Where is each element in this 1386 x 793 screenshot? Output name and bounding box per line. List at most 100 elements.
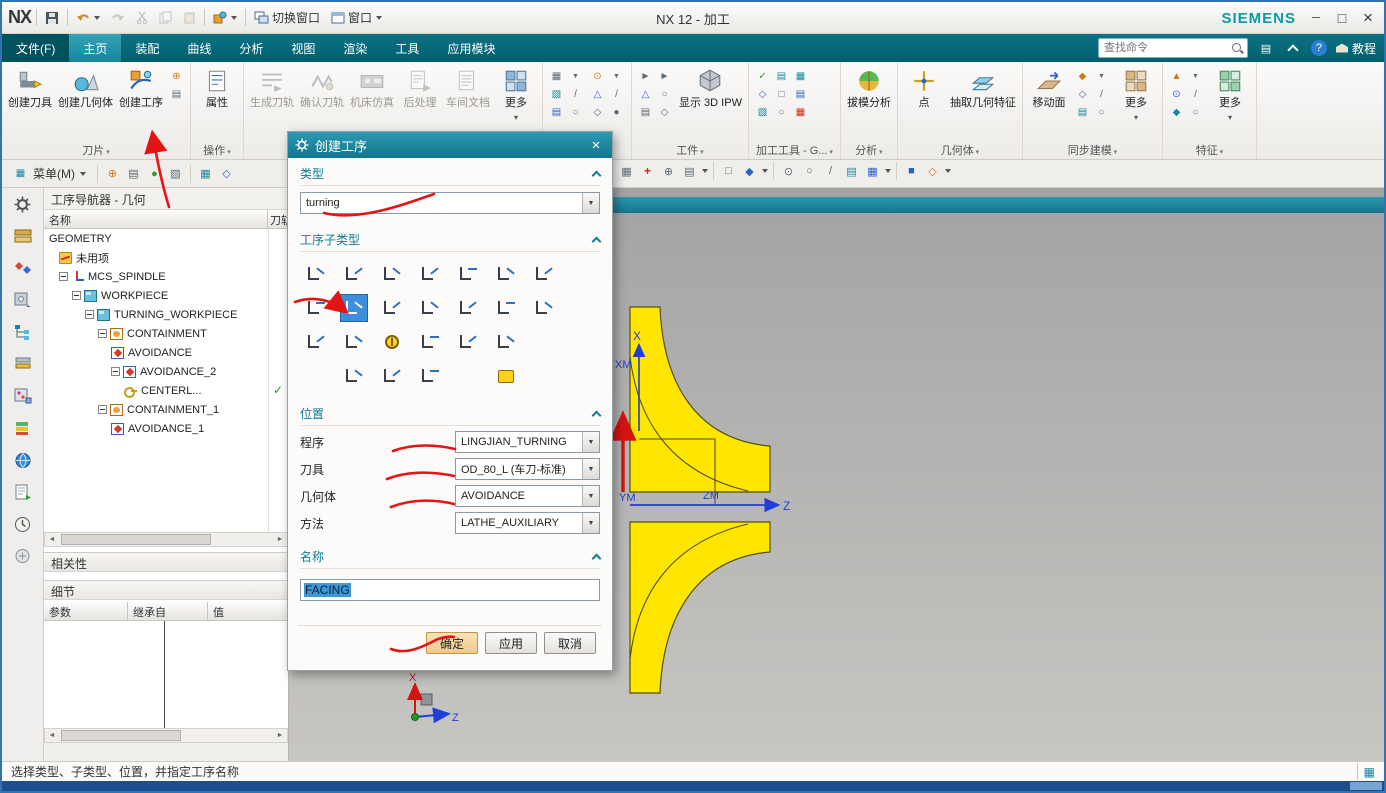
details-section-header[interactable]: 细节 <box>44 580 288 600</box>
method-dropdown[interactable]: LATHE_AUXILIARY <box>455 512 600 534</box>
subtype-icon-centerline-drill[interactable] <box>378 328 406 356</box>
name-section-header[interactable]: 名称 <box>300 548 602 569</box>
cancel-button[interactable]: 取消 <box>544 632 596 654</box>
resource-bar-options-gear-icon[interactable] <box>11 193 35 215</box>
tab-view[interactable]: 视图 <box>277 34 329 62</box>
mini-icon[interactable] <box>792 104 809 120</box>
mini-icon[interactable] <box>656 86 673 102</box>
constraint-navigator-icon[interactable] <box>11 257 35 279</box>
tab-home[interactable]: 主页 <box>69 34 122 62</box>
mini-icon[interactable] <box>1187 104 1204 120</box>
mini-icon[interactable] <box>548 86 565 102</box>
feature-more-button[interactable]: 更多 <box>1207 64 1253 126</box>
mini-icon[interactable] <box>754 86 771 102</box>
tree-expander-icon[interactable] <box>85 310 94 319</box>
mini-icon[interactable] <box>1093 86 1110 102</box>
tree-expander-icon[interactable] <box>98 405 107 414</box>
maximize-button[interactable] <box>1329 7 1355 29</box>
solid-view-icon[interactable] <box>740 162 759 180</box>
mini-icon[interactable] <box>567 104 584 120</box>
tab-render[interactable]: 渲染 <box>329 34 381 62</box>
minimize-ribbon-button[interactable] <box>1284 39 1302 57</box>
mini-icon[interactable] <box>754 68 771 84</box>
mini-icon[interactable] <box>1074 86 1091 102</box>
show-3d-ipw-button[interactable]: 显示 3D IPW <box>676 64 745 112</box>
mini-icon[interactable] <box>589 104 606 120</box>
part-navigator-icon[interactable] <box>11 289 35 311</box>
subtype-icon-facing[interactable] <box>530 260 558 288</box>
collapse-section-icon[interactable] <box>591 236 602 246</box>
fit-view-icon[interactable] <box>779 162 798 180</box>
mini-icon[interactable] <box>637 68 654 84</box>
dialog-titlebar[interactable]: 创建工序 <box>288 132 612 158</box>
mini-icon[interactable] <box>1187 86 1204 102</box>
collapse-section-icon[interactable] <box>591 553 602 563</box>
ribbon-group-label-workpiece[interactable]: 工件 <box>632 142 748 158</box>
snap-point-icon[interactable] <box>145 165 164 183</box>
mini-icon[interactable] <box>168 86 185 102</box>
tutorial-button[interactable]: 教程 <box>1335 40 1376 57</box>
dependencies-section-header[interactable]: 相关性 <box>44 552 288 572</box>
tree-row-avoidance-1[interactable]: AVOIDANCE_1 <box>44 419 288 438</box>
tree-row-unused[interactable]: 未用项 <box>44 248 288 267</box>
tree-row-containment[interactable]: CONTAINMENT <box>44 324 288 343</box>
mini-icon[interactable] <box>637 104 654 120</box>
subtype-icon-finish-bore-id[interactable] <box>530 294 558 322</box>
window-grid-icon[interactable] <box>617 162 636 180</box>
tab-tools[interactable]: 工具 <box>381 34 433 62</box>
tree-row-workpiece[interactable]: WORKPIECE <box>44 286 288 305</box>
mini-icon[interactable] <box>792 68 809 84</box>
web-browser-icon[interactable] <box>11 449 35 471</box>
tree-row-turning-workpiece[interactable]: TURNING_WORKPIECE <box>44 305 288 324</box>
column-header-inherited-from[interactable]: 继承自 <box>128 602 208 620</box>
subtype-icon-teach-mode[interactable] <box>302 328 330 356</box>
create-operation-button[interactable]: 创建工序 <box>116 64 166 112</box>
subtype-icon-centerline-breakchip[interactable] <box>416 260 444 288</box>
scroll-right-icon[interactable] <box>273 729 287 742</box>
mini-icon[interactable] <box>548 104 565 120</box>
mini-icon[interactable] <box>1074 68 1091 84</box>
scroll-left-icon[interactable] <box>45 729 59 742</box>
window-menu-button[interactable]: 窗口 <box>328 7 385 28</box>
create-operation-dialog[interactable]: 创建工序 类型 turning 工序子类型 <box>287 131 613 671</box>
tab-analysis[interactable]: 分析 <box>225 34 277 62</box>
operation-name-input[interactable]: FACING <box>300 579 600 601</box>
tree-horizontal-scrollbar[interactable] <box>44 532 288 547</box>
help-icon[interactable] <box>1310 40 1327 56</box>
create-tool-button[interactable]: 创建刀具 <box>5 64 55 112</box>
subtype-icon-centerline-spotdrill[interactable] <box>302 260 330 288</box>
tree-row-centerline[interactable]: CENTERL... ✓ <box>44 381 288 400</box>
pan-icon[interactable] <box>821 162 840 180</box>
tree-row-geometry[interactable]: GEOMETRY <box>44 229 288 248</box>
reuse-library-icon[interactable] <box>11 385 35 407</box>
tab-assembly[interactable]: 装配 <box>121 34 173 62</box>
tree-expander-icon[interactable] <box>72 291 81 300</box>
scrollbar-thumb[interactable] <box>61 730 181 741</box>
machine-tool-navigator-icon[interactable] <box>11 353 35 375</box>
mini-icon[interactable] <box>168 68 185 84</box>
selection-filter-icon[interactable] <box>103 165 122 183</box>
column-header-name[interactable]: 名称 <box>44 210 268 228</box>
mini-icon[interactable] <box>773 86 790 102</box>
switch-window-button[interactable]: 切换窗口 <box>251 7 323 28</box>
wireframe-icon[interactable] <box>217 165 236 183</box>
dropdown-arrow-icon[interactable] <box>582 432 599 452</box>
subtype-icon-groove-id[interactable] <box>416 328 444 356</box>
tab-application-modules[interactable]: 应用模块 <box>433 34 509 62</box>
properties-button[interactable]: 属性 <box>194 64 240 112</box>
subtype-icon-thread-id[interactable] <box>378 362 406 390</box>
mini-icon[interactable] <box>1187 68 1204 84</box>
mini-icon[interactable] <box>656 104 673 120</box>
save-button[interactable] <box>42 9 62 27</box>
column-header-parameter[interactable]: 参数 <box>44 602 128 620</box>
mini-icon[interactable] <box>1093 104 1110 120</box>
create-geometry-button[interactable]: 创建几何体 <box>55 64 116 112</box>
mini-icon[interactable] <box>1168 86 1185 102</box>
rotate-view-icon[interactable] <box>842 162 861 180</box>
scrollbar-thumb[interactable] <box>61 534 211 545</box>
mini-icon[interactable] <box>773 68 790 84</box>
mini-icon[interactable] <box>589 86 606 102</box>
selection-options-icon[interactable] <box>166 165 185 183</box>
history-palette-icon[interactable] <box>11 481 35 503</box>
type-dropdown[interactable]: turning <box>300 192 600 214</box>
